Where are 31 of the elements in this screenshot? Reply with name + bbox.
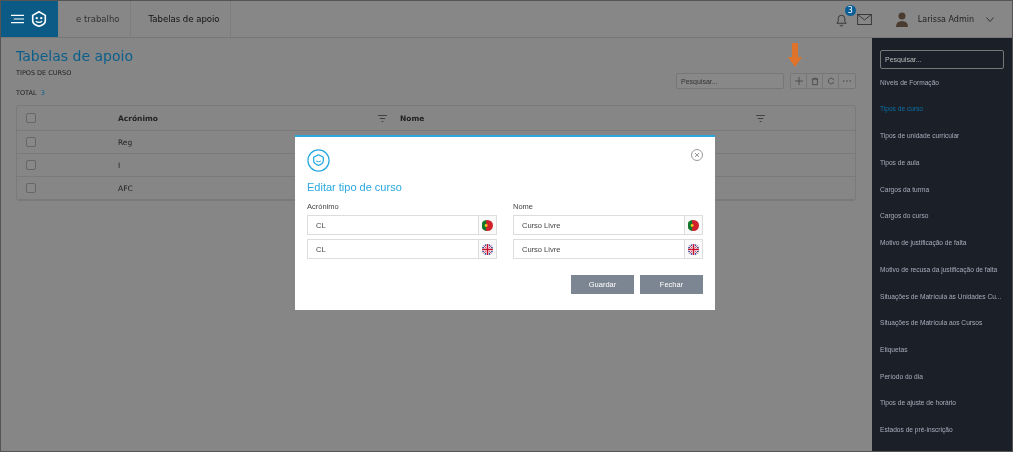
mail-icon[interactable] [856,13,872,25]
select-all-checkbox[interactable] [26,113,36,123]
close-icon[interactable] [691,149,703,161]
dialog-title: Editar tipo de curso [307,181,403,193]
logo-icon [307,149,330,172]
row-checkbox[interactable] [26,137,36,147]
menu-icon[interactable] [11,14,24,24]
language-button[interactable] [479,239,497,259]
page-title: Tabelas de apoio [16,48,133,64]
language-button[interactable] [479,215,497,235]
plus-icon [794,77,803,85]
flag-icon [482,243,493,255]
row-checkbox[interactable] [26,183,36,193]
trash-icon [810,76,819,86]
notification-badge: 3 [844,4,856,16]
flag-icon [688,243,699,255]
filter-icon[interactable] [756,114,765,122]
down-arrow-icon [788,43,802,67]
caret-icon[interactable] [986,16,994,22]
logo-icon[interactable] [30,10,48,28]
breadcrumb-tab[interactable]: e trabalho [66,1,131,37]
avatar-icon[interactable] [893,11,910,27]
row-checkbox[interactable] [26,160,36,170]
flag-icon [688,219,699,231]
language-button[interactable] [685,239,703,259]
breadcrumb-tab[interactable]: Tabelas de apoio [138,1,231,37]
filter-icon[interactable] [378,114,387,122]
language-button[interactable] [685,215,703,235]
refresh-icon [826,77,835,85]
user-name[interactable]: Larissa Admin [917,14,974,24]
flag-icon [482,219,493,231]
